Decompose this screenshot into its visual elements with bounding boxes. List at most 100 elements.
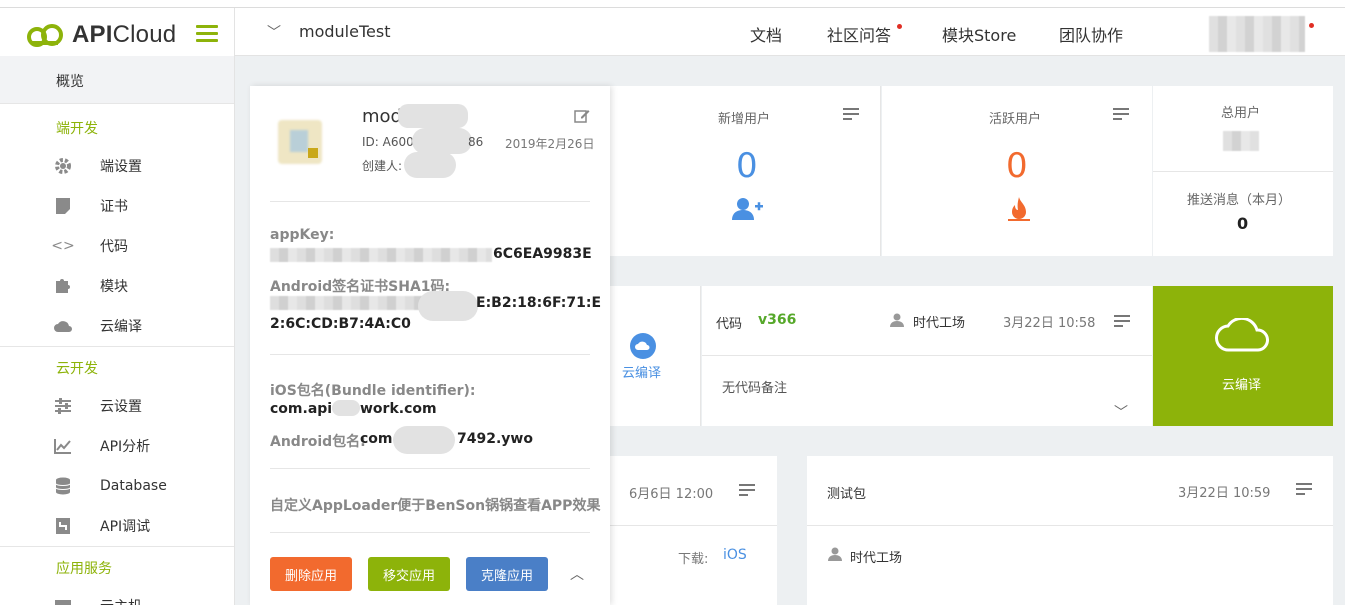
- section-title-cloud-dev: 云开发: [56, 361, 98, 377]
- sidebar-item-api-analytics[interactable]: API分析: [52, 436, 150, 456]
- menu-icon[interactable]: [1114, 315, 1130, 327]
- project-name[interactable]: moduleTest: [299, 22, 390, 41]
- server-icon: [52, 596, 74, 605]
- cloud-compile-link[interactable]: 云编译: [622, 362, 661, 381]
- nav-team[interactable]: 团队协作: [1059, 22, 1123, 46]
- ios-bundle-prefix[interactable]: com.api: [270, 401, 332, 417]
- nav-community[interactable]: 社区问答: [827, 22, 891, 46]
- menu-toggle-icon[interactable]: [196, 25, 218, 43]
- app-icon: [274, 114, 326, 166]
- cloud-compile-link-card[interactable]: 云编译: [600, 286, 701, 426]
- code-icon: <>: [51, 238, 75, 254]
- cloud-icon: [1215, 318, 1269, 352]
- cloud-compile-button[interactable]: 云编译: [1153, 286, 1333, 426]
- package-card-left: 6月6日 12:00 下载: iOS: [600, 456, 777, 605]
- edit-icon[interactable]: [574, 108, 590, 124]
- package-time: 6月6日 12:00: [629, 487, 714, 502]
- menu-icon[interactable]: [739, 484, 755, 496]
- android-package-label: Android包名:: [270, 434, 366, 450]
- stat-label: 活跃用户: [989, 112, 1042, 127]
- user-icon: [890, 313, 904, 327]
- section-title-app-services: 应用服务: [56, 561, 112, 577]
- sidebar-item-label: 概览: [56, 74, 84, 90]
- app-info-panel: mod ID: A600 86 2019年2月26日 创建人: appKey: …: [250, 86, 610, 605]
- certificate-icon: [52, 196, 74, 216]
- user-avatar[interactable]: [1209, 16, 1311, 52]
- cloud-compile-icon: [630, 333, 656, 359]
- puzzle-icon: [52, 276, 74, 296]
- sidebar-item-label: API调试: [100, 519, 151, 535]
- notification-dot: [897, 24, 902, 29]
- blurred-value: [1223, 131, 1259, 151]
- appkey-value[interactable]: 6C6EA9983E: [493, 246, 592, 262]
- apicloud-logo-icon: [27, 24, 63, 47]
- build-author: 时代工场: [913, 316, 966, 331]
- nav-docs[interactable]: 文档: [750, 22, 782, 46]
- stat-label: 推送消息（本月）: [1187, 193, 1292, 208]
- android-package-suffix[interactable]: 7492.ywo: [457, 431, 533, 447]
- sidebar-item-label: 云设置: [100, 399, 142, 415]
- code-label: 代码: [716, 317, 743, 332]
- sidebar-item-overview[interactable]: 概览: [0, 56, 234, 104]
- chart-icon: [52, 436, 74, 456]
- logo-text: APICloud: [72, 21, 177, 48]
- android-package-prefix[interactable]: com: [360, 431, 393, 447]
- sidebar-item-cloud-compile[interactable]: 云编译: [52, 316, 142, 336]
- gear-icon: [52, 156, 74, 176]
- browser-top-edge: [0, 0, 1345, 8]
- sidebar-item-label: Database: [100, 478, 167, 494]
- sidebar: APICloud 概览 端开发 端设置 证书 <> 代码 模块 云编译 云开发 …: [0, 8, 235, 605]
- new-users-card: 新增用户 0: [610, 86, 881, 256]
- sliders-icon: [52, 396, 74, 416]
- build-time: 3月22日 10:58: [1003, 316, 1096, 331]
- sidebar-item-client-settings[interactable]: 端设置: [52, 156, 142, 176]
- chevron-up-icon[interactable]: ︿: [570, 564, 584, 584]
- sidebar-item-label: 云编译: [100, 319, 142, 335]
- sidebar-item-label: 云主机: [100, 596, 142, 605]
- stat-value: 0: [1006, 146, 1028, 186]
- creator-label: 创建人:: [362, 159, 403, 173]
- app-id-prefix: ID: A600: [362, 135, 414, 149]
- chevron-down-icon[interactable]: ﹀: [267, 22, 281, 42]
- add-user-icon: [732, 198, 763, 220]
- sha1-line2[interactable]: 2:6C:CD:B7:4A:C0: [270, 316, 411, 332]
- download-ios-link[interactable]: iOS: [723, 547, 747, 563]
- blurred-name: [398, 104, 468, 128]
- menu-icon[interactable]: [1296, 483, 1312, 495]
- app-description: 自定义AppLoader便于BenSon锅锅查看APP效果: [270, 498, 601, 514]
- clone-app-button[interactable]: 克隆应用: [466, 557, 548, 591]
- active-users-card: 活跃用户 0: [882, 86, 1152, 256]
- chevron-down-icon[interactable]: ﹀: [1114, 402, 1128, 422]
- ios-bundle-suffix[interactable]: work.com: [360, 401, 437, 417]
- stat-label: 总用户: [1221, 106, 1261, 121]
- total-users-card: 总用户 推送消息（本月） 0: [1153, 86, 1333, 256]
- sidebar-item-label: 代码: [100, 239, 128, 255]
- menu-icon[interactable]: [843, 108, 859, 120]
- sidebar-item-modules[interactable]: 模块: [52, 276, 128, 296]
- blurred-creator: [404, 152, 456, 178]
- section-title-client-dev: 端开发: [56, 121, 98, 137]
- sidebar-item-certificate[interactable]: 证书: [52, 196, 128, 216]
- sidebar-item-label: 模块: [100, 279, 128, 295]
- transfer-app-button[interactable]: 移交应用: [368, 557, 450, 591]
- stat-value: 0: [736, 146, 758, 186]
- menu-icon[interactable]: [1113, 108, 1129, 120]
- blurred-id: [412, 128, 472, 154]
- sha1-line1[interactable]: E:B2:18:6F:71:E: [476, 295, 601, 311]
- sidebar-item-code[interactable]: <> 代码: [51, 236, 128, 256]
- sidebar-item-api-debug[interactable]: API调试: [52, 516, 150, 536]
- appkey-label: appKey:: [270, 227, 335, 243]
- package-card-right: 测试包 3月22日 10:59 时代工场: [807, 456, 1333, 605]
- ios-bundle-label: iOS包名(Bundle identifier):: [270, 383, 476, 399]
- cloud-compile-button-label: 云编译: [1222, 378, 1262, 393]
- nav-module-store[interactable]: 模块Store: [942, 22, 1016, 46]
- sidebar-item-cloud-settings[interactable]: 云设置: [52, 396, 142, 416]
- download-label: 下载:: [678, 552, 709, 567]
- section-divider: [0, 346, 234, 347]
- apicloud-logo[interactable]: APICloud: [26, 20, 176, 50]
- sidebar-item-database[interactable]: Database: [52, 476, 167, 496]
- sidebar-item-label: API分析: [100, 439, 151, 455]
- database-icon: [52, 476, 74, 496]
- delete-app-button[interactable]: 删除应用: [270, 557, 352, 591]
- sidebar-item-cloud-host[interactable]: 云主机: [52, 596, 142, 605]
